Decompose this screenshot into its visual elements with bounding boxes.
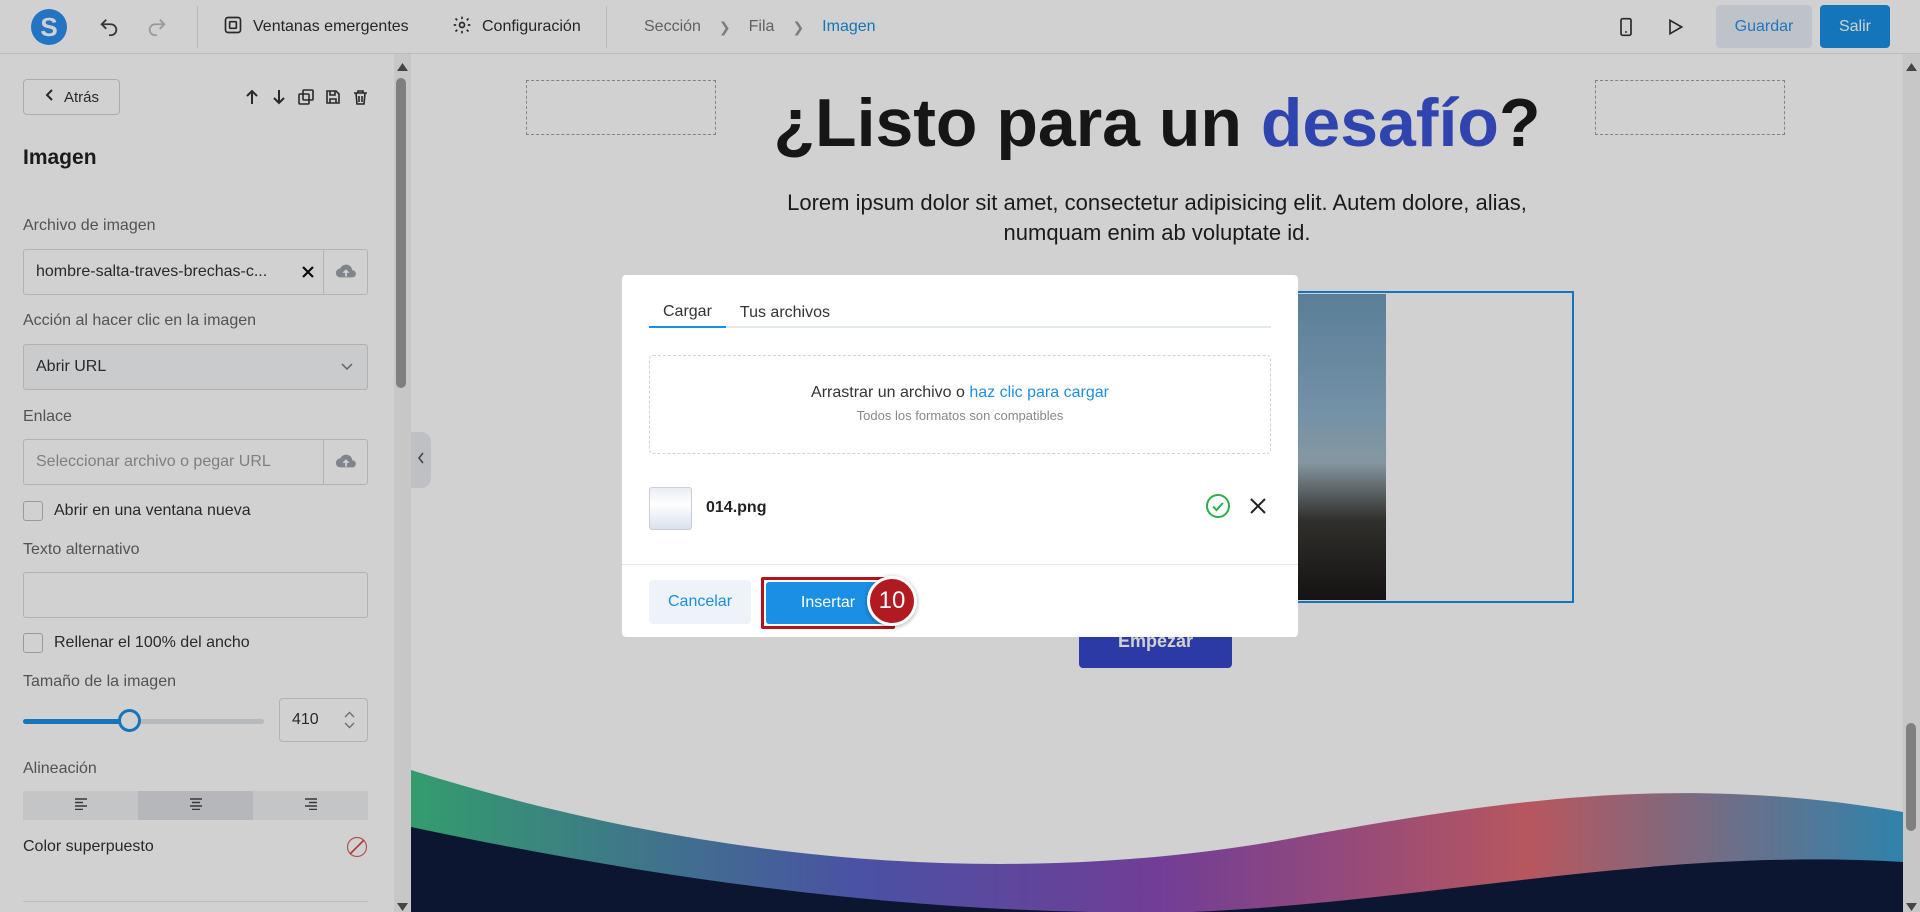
upload-dialog: Cargar Tus archivos Arrastrar un archivo…	[622, 275, 1298, 637]
remove-file-icon[interactable]	[1249, 497, 1267, 520]
dialog-tabs: Cargar Tus archivos	[649, 297, 1271, 328]
tab-your-files[interactable]: Tus archivos	[726, 297, 844, 328]
drop-zone[interactable]: Arrastrar un archivo o haz clic para car…	[649, 355, 1271, 454]
tab-upload[interactable]: Cargar	[649, 297, 726, 328]
file-name: 014.png	[706, 499, 767, 516]
click-to-upload-link[interactable]: haz clic para cargar	[969, 384, 1109, 401]
uploaded-file-row: 014.png	[649, 486, 1271, 530]
drop-text: Arrastrar un archivo o	[811, 384, 970, 401]
cancel-button[interactable]: Cancelar	[649, 580, 751, 624]
step-marker: 10	[867, 576, 917, 626]
drop-hint: Todos los formatos son compatibles	[856, 408, 1064, 423]
dialog-divider	[622, 564, 1298, 565]
file-thumbnail	[649, 486, 692, 530]
check-circle-icon	[1205, 493, 1231, 524]
